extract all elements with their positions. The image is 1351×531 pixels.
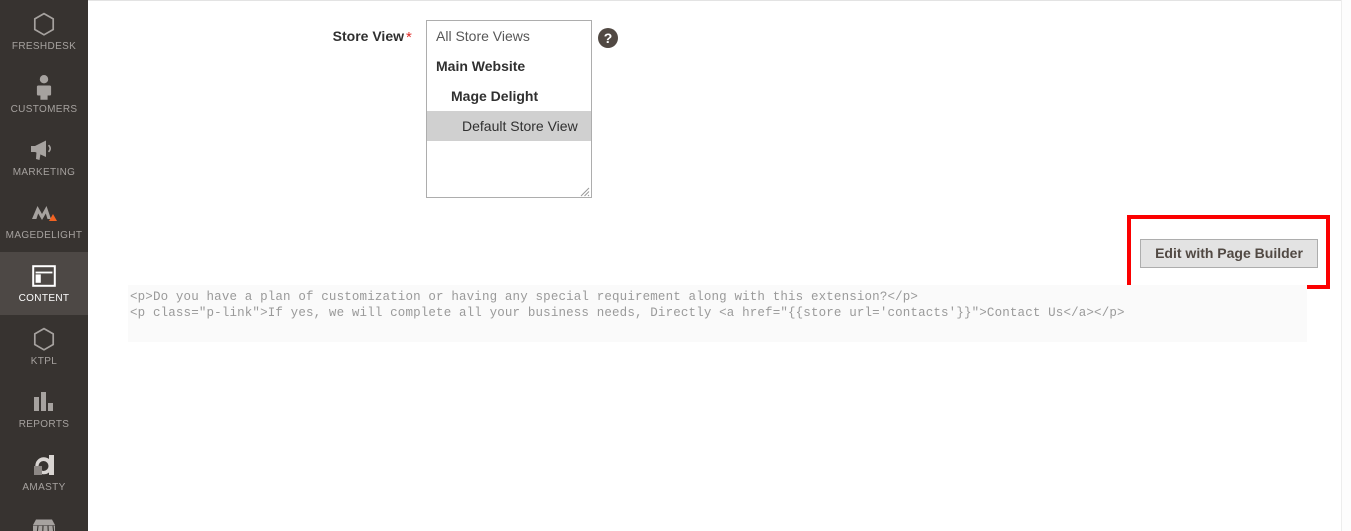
sidebar-item-freshdesk[interactable]: FRESHDESK [0,0,88,63]
top-divider [88,0,1341,1]
sidebar-item-reports[interactable]: REPORTS [0,378,88,441]
help-icon[interactable]: ? [598,28,618,48]
hexagon-icon [29,11,59,37]
sidebar-item-label: MARKETING [12,167,76,178]
admin-page: FRESHDESK CUSTOMERS MARKETING MAGEDELIGH… [0,0,1351,531]
sidebar-item-customers[interactable]: CUSTOMERS [0,63,88,126]
sidebar-item-label: AMASTY [22,482,66,493]
sidebar-item-label: CONTENT [18,293,70,304]
sidebar-item-marketing[interactable]: MARKETING [0,126,88,189]
resize-handle-icon[interactable] [578,184,590,197]
store-view-option-all-store-views[interactable]: All Store Views [427,21,591,51]
sidebar-item-label: CUSTOMERS [10,104,78,115]
store-view-option-default-store-view[interactable]: Default Store View [427,111,591,141]
code-line: <p class="p-link">If yes, we will comple… [130,306,1125,320]
amasty-icon [29,452,59,478]
edit-with-page-builder-button[interactable]: Edit with Page Builder [1140,239,1318,268]
layout-icon [29,263,59,289]
store-view-multiselect[interactable]: All Store Views Main Website Mage Deligh… [426,20,592,198]
sidebar-item-label: REPORTS [18,419,70,430]
store-view-option-mage-delight[interactable]: Mage Delight [427,81,591,111]
sidebar-item-stores[interactable]: STORES [0,504,88,531]
required-asterisk: * [406,29,412,46]
person-icon [29,74,59,100]
store-view-option-main-website[interactable]: Main Website [427,51,591,81]
sidebar-item-magedelight[interactable]: MAGEDELIGHT [0,189,88,252]
sidebar-item-label: MAGEDELIGHT [5,230,83,241]
sidebar-item-amasty[interactable]: AMASTY [0,441,88,504]
code-line: <p>Do you have a plan of customization o… [130,290,919,304]
sidebar-item-label: FRESHDESK [11,41,77,52]
hexagon-icon [29,326,59,352]
store-icon [29,515,59,531]
sidebar-item-content[interactable]: CONTENT [0,252,88,315]
store-view-select-wrapper: All Store Views Main Website Mage Deligh… [426,20,592,198]
content-code-editor[interactable]: <p>Do you have a plan of customization o… [128,285,1307,342]
main-content-area: Store View * All Store Views Main Websit… [88,0,1341,531]
store-view-label: Store View [332,28,404,44]
megaphone-icon [29,137,59,163]
sidebar-item-label: KTPL [30,356,58,367]
sidebar-item-ktpl[interactable]: KTPL [0,315,88,378]
bar-chart-icon [29,389,59,415]
page-scrollbar[interactable] [1341,0,1351,531]
magedelight-icon [29,200,59,226]
admin-sidebar: FRESHDESK CUSTOMERS MARKETING MAGEDELIGH… [0,0,88,531]
